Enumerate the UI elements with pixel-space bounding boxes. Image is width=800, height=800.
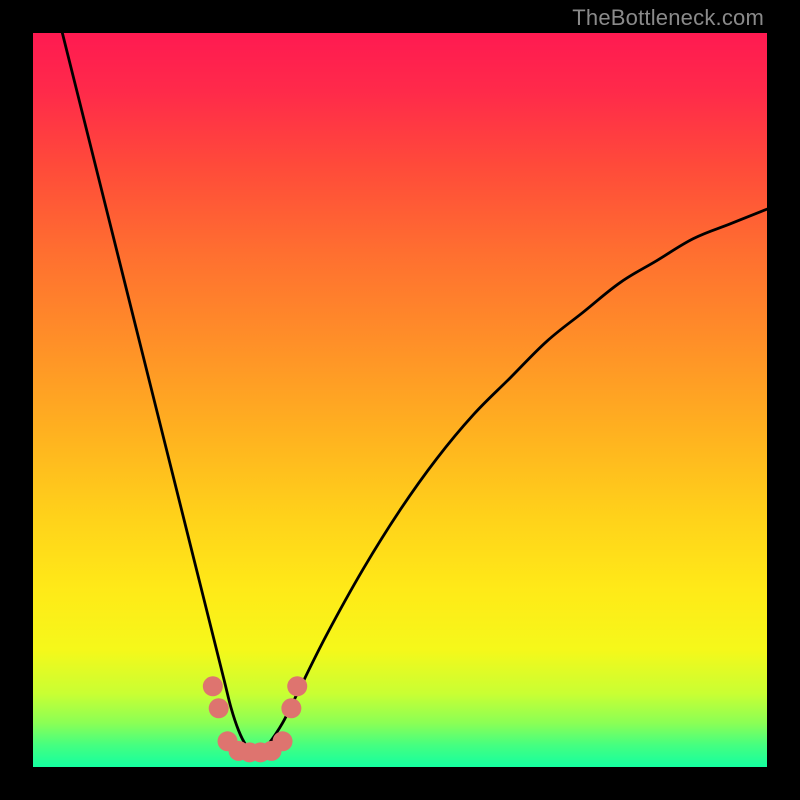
watermark-text: TheBottleneck.com	[572, 5, 764, 31]
bottleneck-curve	[33, 33, 767, 767]
curve-marker	[273, 731, 293, 751]
curve-marker	[281, 698, 301, 718]
curve-marker	[203, 676, 223, 696]
chart-area	[33, 33, 767, 767]
curve-marker	[209, 698, 229, 718]
curve-marker	[287, 676, 307, 696]
